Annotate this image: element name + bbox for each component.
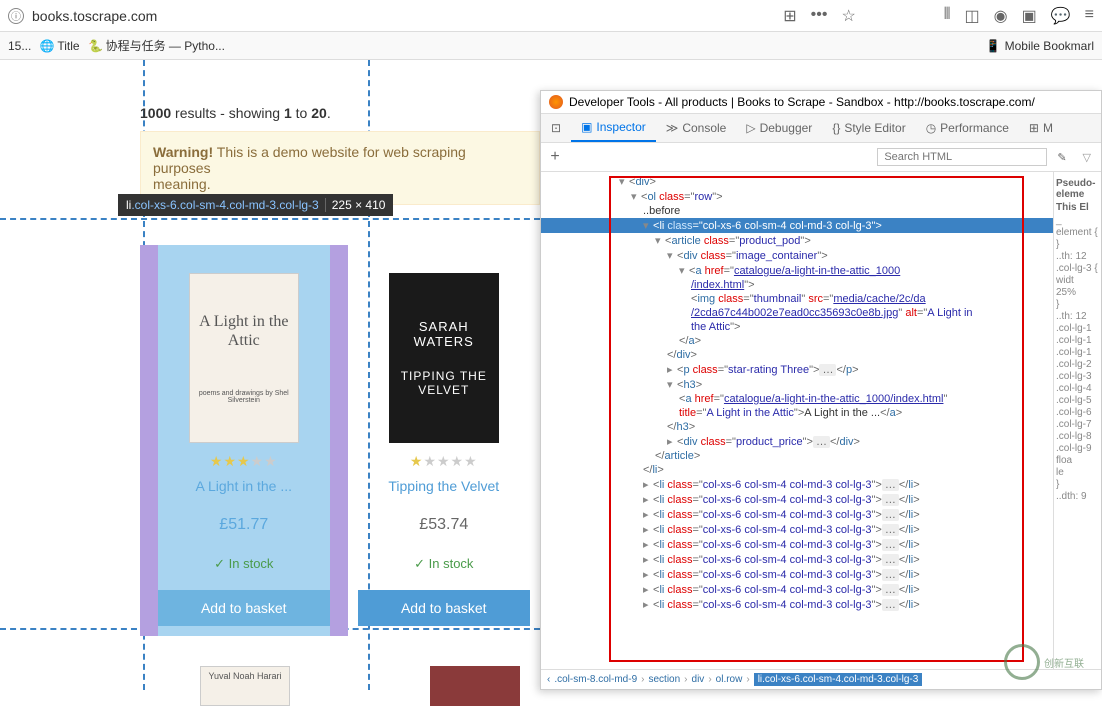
python-icon: 🐍 bbox=[90, 40, 102, 52]
bookmark-item[interactable]: 🌐Title bbox=[41, 39, 79, 53]
globe-icon: 🌐 bbox=[41, 40, 53, 52]
results-text: 1000 results - showing 1 to 20. bbox=[140, 105, 540, 121]
chat-icon[interactable]: 💬 bbox=[1051, 6, 1071, 26]
selected-element[interactable]: ▾<li class="col-xs-6 col-sm-4 col-md-3 c… bbox=[541, 218, 1053, 233]
book-cover[interactable]: Yuval Noah Harari bbox=[200, 666, 290, 706]
tab-console[interactable]: ≫ Console bbox=[656, 115, 737, 141]
tab-debugger[interactable]: ▷ Debugger bbox=[736, 115, 822, 141]
add-element-button[interactable]: + bbox=[545, 147, 565, 167]
element-picker-button[interactable]: ⊡ bbox=[541, 115, 571, 141]
stock-status: In stock bbox=[358, 556, 530, 572]
watermark: 创新互联 bbox=[1004, 642, 1094, 682]
devtools-toolbar: + ✎ ▽ bbox=[541, 143, 1101, 172]
product-title-link[interactable]: A Light in the ... bbox=[158, 478, 330, 494]
extension-icon[interactable]: ▣ bbox=[1022, 6, 1037, 26]
tab-performance[interactable]: ◷ Performance bbox=[916, 115, 1019, 141]
mobile-icon: 📱 bbox=[986, 39, 1001, 53]
page-content: 1000 results - showing 1 to 20. Warning!… bbox=[0, 60, 540, 690]
devtools-panel: Developer Tools - All products | Books t… bbox=[540, 90, 1102, 690]
product-price: £51.77 bbox=[158, 516, 330, 534]
add-to-basket-button[interactable]: Add to basket bbox=[358, 590, 530, 626]
star-rating: ★★★★★ bbox=[158, 453, 330, 470]
css-rules-pane[interactable]: Pseudo-eleme This El _ element { } ..th:… bbox=[1053, 172, 1101, 669]
url-bar: ⓘ books.toscrape.com ⊞ ••• ☆ ⫴ ◫ ◉ ▣ 💬 ≡ bbox=[0, 0, 1102, 32]
hamburger-icon[interactable]: ≡ bbox=[1085, 6, 1094, 26]
devtools-title: Developer Tools - All products | Books t… bbox=[541, 91, 1101, 114]
product-row: Yuval Noah Harari bbox=[140, 666, 540, 706]
product-card[interactable]: SARAH WATERS TIPPING THE VELVET ★★★★★ Ti… bbox=[348, 245, 540, 636]
product-price: £53.74 bbox=[358, 516, 530, 534]
account-icon[interactable]: ◉ bbox=[994, 6, 1008, 26]
add-to-basket-button[interactable]: Add to basket bbox=[158, 590, 330, 626]
info-icon[interactable]: ⓘ bbox=[8, 8, 24, 24]
filter-icon[interactable]: ▽ bbox=[1077, 151, 1097, 164]
tab-more[interactable]: ⊞ M bbox=[1019, 115, 1063, 141]
element-tooltip: li.col-xs-6.col-sm-4.col-md-3.col-lg-3 2… bbox=[118, 194, 393, 216]
product-title-link[interactable]: Tipping the Velvet bbox=[358, 478, 530, 494]
menu-dots-icon[interactable]: ••• bbox=[811, 6, 828, 26]
bookmark-bar: 15... 🌐Title 🐍协程与任务 — Pytho... 📱 Mobile … bbox=[0, 32, 1102, 60]
bookmark-item[interactable]: 15... bbox=[8, 39, 31, 53]
tab-style-editor[interactable]: {} Style Editor bbox=[822, 115, 915, 141]
book-cover[interactable]: A Light in the Attic poems and drawings … bbox=[189, 273, 299, 443]
eyedropper-icon[interactable]: ✎ bbox=[1051, 151, 1072, 164]
html-tree[interactable]: ▾<div> ▾<ol class="row"> ..before ▾<li c… bbox=[541, 172, 1053, 669]
book-cover[interactable]: SARAH WATERS TIPPING THE VELVET bbox=[389, 273, 499, 443]
sidebar-icon[interactable]: ◫ bbox=[965, 6, 980, 26]
star-rating: ★★★★★ bbox=[358, 453, 530, 470]
reader-icon[interactable]: ⊞ bbox=[783, 6, 796, 26]
product-card[interactable]: A Light in the Attic poems and drawings … bbox=[140, 245, 348, 636]
bookmark-item[interactable]: 🐍协程与任务 — Pytho... bbox=[90, 37, 225, 54]
url-text[interactable]: books.toscrape.com bbox=[32, 8, 783, 24]
product-row: A Light in the Attic poems and drawings … bbox=[140, 245, 540, 636]
star-icon[interactable]: ☆ bbox=[841, 6, 855, 26]
mobile-bookmarks[interactable]: 📱 Mobile Bookmarl bbox=[986, 39, 1094, 53]
stock-status: In stock bbox=[158, 556, 330, 572]
book-cover[interactable] bbox=[430, 666, 520, 706]
tab-inspector[interactable]: ▣ Inspector bbox=[571, 114, 656, 142]
search-html-input[interactable] bbox=[877, 148, 1047, 166]
library-icon[interactable]: ⫴ bbox=[944, 6, 951, 26]
devtools-tabs: ⊡ ▣ Inspector ≫ Console ▷ Debugger {} St… bbox=[541, 114, 1101, 143]
firefox-icon bbox=[549, 95, 563, 109]
